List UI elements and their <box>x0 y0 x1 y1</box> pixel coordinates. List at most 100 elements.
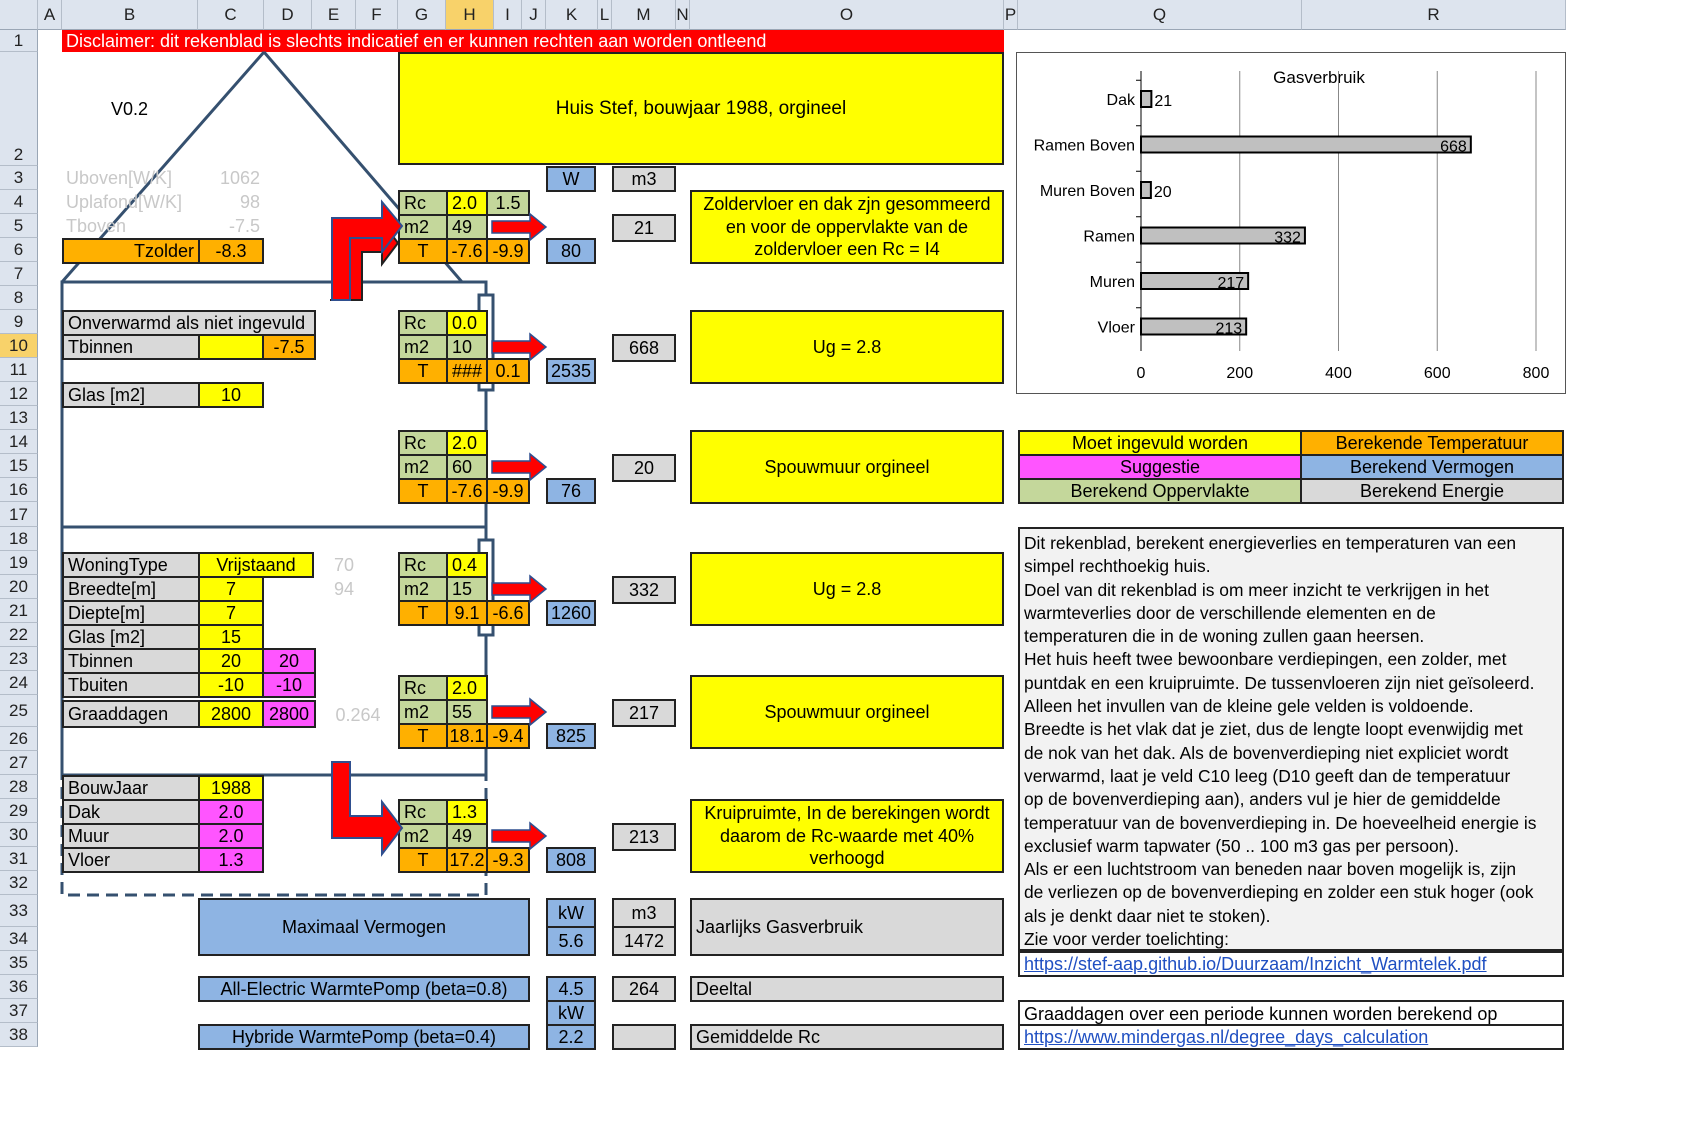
muur-input[interactable]: 2.0 <box>198 823 264 849</box>
hybride-kw[interactable]: 2.2 <box>546 1024 596 1050</box>
block-2-watt[interactable]: 76 <box>546 478 596 504</box>
chart-x-tick-label: 600 <box>1424 365 1451 382</box>
block-4-m2-value[interactable]: 55 <box>446 699 488 725</box>
legend-gray: Berekend Energie <box>1300 478 1564 504</box>
block-5-t-inner[interactable]: 17.2 <box>446 847 488 873</box>
description-line: Alleen het invullen van de kleine gele v… <box>1024 696 1474 717</box>
uplafond-value[interactable]: 98 <box>198 190 264 214</box>
description-line: puntdak en een kruipruimte. De tussenvlo… <box>1024 672 1535 693</box>
chart-data-label: 213 <box>1215 321 1242 338</box>
block-3-rc-input[interactable]: 0.4 <box>446 552 488 578</box>
graad-input[interactable]: 2800 <box>198 700 264 728</box>
kw2-header: kW <box>546 1000 596 1026</box>
heat-flow-arrow-icon <box>491 821 548 851</box>
tbinnen-input[interactable]: 20 <box>198 648 264 674</box>
all-electric-m3[interactable]: 264 <box>612 976 676 1002</box>
chart-title: Gasverbruik <box>1273 68 1365 87</box>
legend-yellow: Moet ingevuld worden <box>1018 430 1302 456</box>
kw-value[interactable]: 5.6 <box>546 926 596 956</box>
chart-bar <box>1140 181 1152 199</box>
all-electric-kw[interactable]: 4.5 <box>546 976 596 1002</box>
block-5-rc-input[interactable]: 1.3 <box>446 799 488 825</box>
block-1-t-label: T <box>398 358 448 384</box>
chart-x-tick-label: 0 <box>1137 365 1146 382</box>
block-3-m2-value[interactable]: 15 <box>446 576 488 602</box>
block-1-m2-value[interactable]: 10 <box>446 334 488 360</box>
description-line: Het huis heeft twee bewoonbare verdiepin… <box>1024 649 1507 670</box>
vloer-label: Vloer <box>62 847 200 873</box>
dak-input[interactable]: 2.0 <box>198 799 264 825</box>
block-4-t-inner[interactable]: 18.1 <box>446 723 488 749</box>
block-3-watt[interactable]: 1260 <box>546 600 596 626</box>
graad-suggestie[interactable]: 2800 <box>262 700 316 728</box>
block-2-t-inner[interactable]: -7.6 <box>446 478 488 504</box>
m3-total-value[interactable]: 1472 <box>612 926 676 956</box>
diepte-label: Diepte[m] <box>62 600 200 626</box>
chart-category-label: Muren Boven <box>1040 183 1135 200</box>
block-1-m2-label: m2 <box>398 334 448 360</box>
tzolder-value[interactable]: -8.3 <box>198 238 264 264</box>
chart-category-label: Ramen Boven <box>1034 138 1135 155</box>
block-1-watt[interactable]: 2535 <box>546 358 596 384</box>
block-2-m3[interactable]: 20 <box>612 454 676 482</box>
chart-category-label: Dak <box>1107 92 1136 109</box>
chart-category-label: Vloer <box>1098 320 1136 337</box>
tbinnen-suggestie[interactable]: 20 <box>262 648 316 674</box>
tbuiten-suggestie[interactable]: -10 <box>262 672 316 698</box>
chart-x-tick-label: 200 <box>1226 365 1253 382</box>
tbinnen-boven-value[interactable]: -7.5 <box>262 334 316 360</box>
glas-input[interactable]: 15 <box>198 624 264 650</box>
block-3-m3[interactable]: 332 <box>612 576 676 604</box>
gasverbruik-chart[interactable]: Gasverbruik 0 200 400 600 800 Dak 21 Ramen Boven… <box>1016 52 1566 394</box>
block-5-m2-value[interactable]: 49 <box>446 823 488 849</box>
block-4-rc-label: Rc <box>398 675 448 701</box>
tbinnen-label: Tbinnen <box>62 648 200 674</box>
block-5-m3[interactable]: 213 <box>612 823 676 851</box>
breedte-input[interactable]: 7 <box>198 576 264 602</box>
link2-cell[interactable]: https://www.mindergas.nl/degree_days_cal… <box>1018 1024 1564 1050</box>
gasverbruik-label: Jaarlijks Gasverbruik <box>690 898 1004 956</box>
tbuiten-input[interactable]: -10 <box>198 672 264 698</box>
glas-boven-input[interactable]: 10 <box>198 382 264 408</box>
chart-data-label: 668 <box>1440 139 1467 156</box>
diepte-input[interactable]: 7 <box>198 600 264 626</box>
bouwjaar-input[interactable]: 1988 <box>198 775 264 801</box>
woningtype-extra: 70 <box>333 555 355 575</box>
block-5-watt[interactable]: 808 <box>546 847 596 873</box>
block-4-watt[interactable]: 825 <box>546 723 596 749</box>
chart-data-label: 332 <box>1274 230 1301 247</box>
block-0-watt[interactable]: 80 <box>546 238 596 264</box>
chart-data-label: 217 <box>1217 275 1244 292</box>
block-4-m3[interactable]: 217 <box>612 699 676 727</box>
graaddagen-text: Graaddagen over een periode kunnen worde… <box>1018 1000 1564 1026</box>
tboven-value[interactable]: -7.5 <box>198 214 264 238</box>
vloer-input[interactable]: 1.3 <box>198 847 264 873</box>
chart-x-tick-label: 400 <box>1325 365 1352 382</box>
block-2-rc-input[interactable]: 2.0 <box>446 430 488 456</box>
uboven-value[interactable]: 1062 <box>198 166 264 190</box>
block-0-m2-value[interactable]: 49 <box>446 214 488 240</box>
block-1-t-inner[interactable]: ### <box>446 358 488 384</box>
block-1-rc-input[interactable]: 0.0 <box>446 310 488 336</box>
block-4-rc-input[interactable]: 2.0 <box>446 675 488 701</box>
mindergas-link[interactable]: https://www.mindergas.nl/degree_days_cal… <box>1024 1028 1428 1046</box>
block-1-m3[interactable]: 668 <box>612 334 676 362</box>
muur-label: Muur <box>62 823 200 849</box>
tbinnen-boven-input[interactable] <box>198 334 264 360</box>
block-2-m2-value[interactable]: 60 <box>446 454 488 480</box>
block-5-note: Kruipruimte, In de berekingen wordt daar… <box>690 799 1004 873</box>
block-3-t-inner[interactable]: 9.1 <box>446 600 488 626</box>
block-0-m3[interactable]: 21 <box>612 214 676 242</box>
chart-bar <box>1140 135 1472 154</box>
tzolder-label[interactable]: Tzolder <box>62 238 200 264</box>
woningtype-input[interactable]: Vrijstaand <box>198 552 314 578</box>
max-vermogen-label: Maximaal Vermogen <box>198 898 530 956</box>
toelichting-link[interactable]: https://stef-aap.github.io/Duurzaam/Inzi… <box>1024 955 1487 973</box>
block-0-t-inner[interactable]: -7.6 <box>446 238 488 264</box>
block-2-t-label: T <box>398 478 448 504</box>
hybride-m3[interactable] <box>612 1024 676 1050</box>
link1-cell[interactable]: https://stef-aap.github.io/Duurzaam/Inzi… <box>1018 951 1564 977</box>
block-3-note: Ug = 2.8 <box>690 552 1004 626</box>
block-0-rc-input[interactable]: 2.0 <box>446 190 488 216</box>
breedte-label: Breedte[m] <box>62 576 200 602</box>
